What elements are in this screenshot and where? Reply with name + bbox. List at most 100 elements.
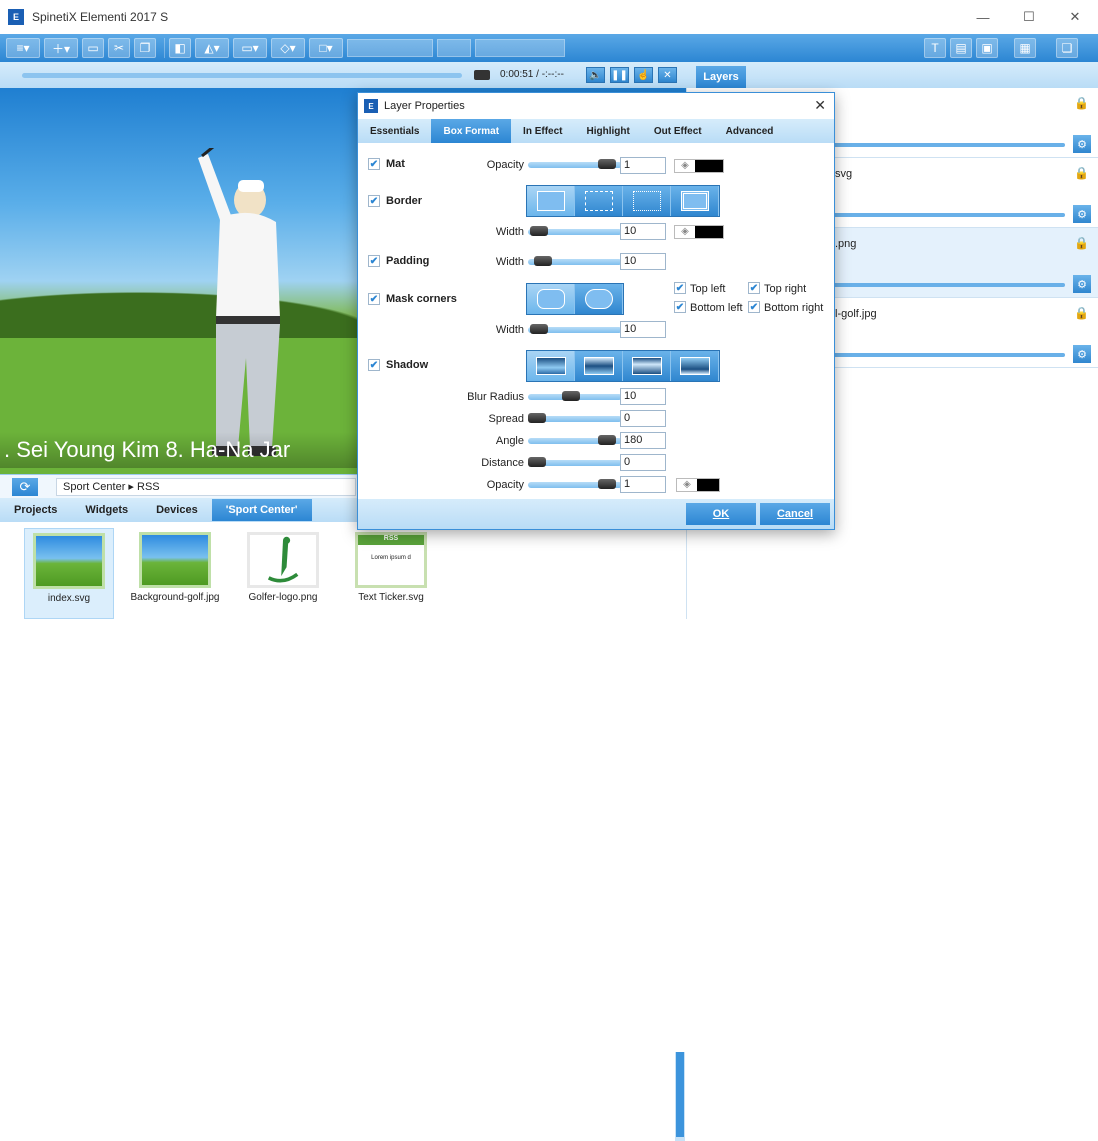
stroke-tool-icon[interactable]: □▾	[309, 38, 343, 58]
maximize-button[interactable]: ☐	[1006, 0, 1052, 34]
gear-icon[interactable]: ⚙	[1073, 135, 1091, 153]
mat-opacity-slider[interactable]	[528, 159, 622, 169]
add-text-icon[interactable]: T	[924, 38, 946, 58]
path-field[interactable]: Sport Center ▸ RSS	[56, 478, 356, 496]
bottom-right-checkbox[interactable]: ✔	[748, 301, 760, 313]
distance-input[interactable]: 0	[620, 454, 666, 471]
slider-knob[interactable]	[598, 159, 616, 169]
shadow-opacity-slider[interactable]	[528, 479, 622, 489]
cancel-button[interactable]: Cancel	[760, 503, 830, 525]
slider-knob[interactable]	[598, 479, 616, 489]
blur-radius-slider[interactable]	[528, 391, 622, 401]
save-icon[interactable]: ▭	[82, 38, 104, 58]
distribute-tool-icon[interactable]: ▭▾	[233, 38, 267, 58]
lock-icon[interactable]: 🔒	[1074, 96, 1089, 110]
lock-icon[interactable]: 🔒	[1074, 166, 1089, 180]
shadow-color-picker[interactable]: ◈	[676, 478, 720, 492]
shadow-opacity-input[interactable]: 1	[620, 476, 666, 493]
spread-slider[interactable]	[528, 413, 622, 423]
slider-knob[interactable]	[534, 256, 552, 266]
angle-slider[interactable]	[528, 435, 622, 445]
padding-checkbox[interactable]: ✔	[368, 255, 380, 267]
text-style-controls[interactable]	[475, 39, 565, 57]
asset-item[interactable]: index.svg	[24, 528, 114, 619]
cut-icon[interactable]: ✂	[108, 38, 130, 58]
scrollbar-thumb[interactable]	[676, 1052, 684, 1137]
add-layer-icon[interactable]: ▤	[950, 38, 972, 58]
gear-icon[interactable]: ⚙	[1073, 205, 1091, 223]
bottom-left-checkbox[interactable]: ✔	[674, 301, 686, 313]
slider-knob[interactable]	[598, 435, 616, 445]
align-tool-icon[interactable]: ◭▾	[195, 38, 229, 58]
tab-in-effect[interactable]: In Effect	[511, 119, 574, 143]
minimize-button[interactable]: —	[960, 0, 1006, 34]
close-preview-icon[interactable]: ✕	[658, 67, 677, 83]
border-color-picker[interactable]: ◈	[674, 225, 724, 239]
font-family-select[interactable]	[347, 39, 433, 57]
shadow-style-4[interactable]	[671, 351, 719, 381]
pointer-icon[interactable]: ☝	[634, 67, 653, 83]
shadow-style-1[interactable]	[527, 351, 575, 381]
copy-icon[interactable]: ❐	[134, 38, 156, 58]
slider-knob[interactable]	[562, 391, 580, 401]
font-size-select[interactable]	[437, 39, 471, 57]
add-image-icon[interactable]: ▦	[1014, 38, 1036, 58]
stop-icon[interactable]	[474, 70, 490, 80]
new-file-button[interactable]: ＋▾	[44, 38, 78, 58]
top-right-checkbox[interactable]: ✔	[748, 282, 760, 294]
pause-icon[interactable]: ❚❚	[610, 67, 629, 83]
mat-color-picker[interactable]: ◈	[674, 159, 724, 173]
mat-checkbox[interactable]: ✔	[368, 158, 380, 170]
refresh-icon[interactable]: ⟳	[12, 478, 38, 496]
border-double-option[interactable]	[671, 186, 719, 216]
asset-item[interactable]: Background-golf.jpg	[130, 528, 220, 619]
timeline-track[interactable]	[22, 73, 462, 78]
border-width-input[interactable]: 10	[620, 223, 666, 240]
spread-input[interactable]: 0	[620, 410, 666, 427]
distance-slider[interactable]	[528, 457, 622, 467]
border-solid-option[interactable]	[527, 186, 575, 216]
lock-icon[interactable]: 🔒	[1074, 306, 1089, 320]
gear-icon[interactable]: ⚙	[1073, 275, 1091, 293]
properties-icon[interactable]: ❏	[1056, 38, 1078, 58]
fill-tool-icon[interactable]: ◇▾	[271, 38, 305, 58]
tab-out-effect[interactable]: Out Effect	[642, 119, 714, 143]
mask-width-slider[interactable]	[528, 324, 622, 334]
shadow-checkbox[interactable]: ✔	[368, 359, 380, 371]
tab-highlight[interactable]: Highlight	[575, 119, 642, 143]
rectangle-tool-icon[interactable]: ◧	[169, 38, 191, 58]
asset-item[interactable]: Golfer-logo.png	[238, 528, 328, 619]
shadow-style-2[interactable]	[575, 351, 623, 381]
slider-knob[interactable]	[530, 226, 548, 236]
mask-round-option[interactable]	[527, 284, 575, 314]
mask-rounder-option[interactable]	[575, 284, 623, 314]
blur-radius-input[interactable]: 10	[620, 388, 666, 405]
tab-sport-center[interactable]: 'Sport Center'	[211, 499, 312, 521]
mask-corners-checkbox[interactable]: ✔	[368, 293, 380, 305]
slider-knob[interactable]	[530, 324, 548, 334]
menu-button[interactable]: ≡▾	[6, 38, 40, 58]
tab-devices[interactable]: Devices	[142, 499, 212, 521]
slider-knob[interactable]	[528, 457, 546, 467]
border-width-slider[interactable]	[528, 226, 622, 236]
asset-item[interactable]: RSS Lorem ipsum d Text Ticker.svg	[346, 528, 436, 619]
border-dashed-option[interactable]	[575, 186, 623, 216]
top-left-checkbox[interactable]: ✔	[674, 282, 686, 294]
close-window-button[interactable]: ✕	[1052, 0, 1098, 34]
lock-icon[interactable]: 🔒	[1074, 236, 1089, 250]
gear-icon[interactable]: ⚙	[1073, 345, 1091, 363]
add-media-icon[interactable]: ▣	[976, 38, 998, 58]
mute-icon[interactable]: 🔈	[586, 67, 605, 83]
tab-projects[interactable]: Projects	[0, 499, 71, 521]
ok-button[interactable]: OK	[686, 503, 756, 525]
shadow-style-3[interactable]	[623, 351, 671, 381]
close-icon[interactable]: ✕	[814, 97, 826, 114]
padding-width-slider[interactable]	[528, 256, 622, 266]
tab-box-format[interactable]: Box Format	[431, 119, 512, 143]
padding-width-input[interactable]: 10	[620, 253, 666, 270]
mask-width-input[interactable]: 10	[620, 321, 666, 338]
tab-layers[interactable]: Layers	[696, 66, 746, 88]
slider-knob[interactable]	[528, 413, 546, 423]
assets-scrollbar[interactable]	[675, 1052, 685, 1141]
tab-advanced[interactable]: Advanced	[714, 119, 786, 143]
